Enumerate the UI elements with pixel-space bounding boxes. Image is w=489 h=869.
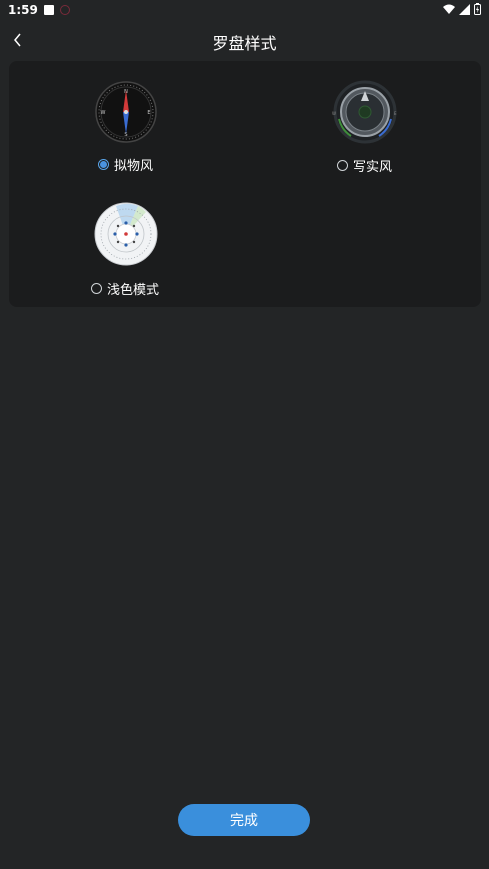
status-time: 1:59: [8, 3, 38, 17]
battery-icon: [474, 3, 481, 15]
wifi-icon: [443, 4, 455, 14]
app-notification-icon: [59, 5, 70, 15]
svg-text:E: E: [394, 111, 397, 116]
option-skeuomorphic[interactable]: N S W E 拟物风: [89, 77, 169, 177]
skeuomorphic-compass-preview: N S W E: [95, 81, 157, 143]
header: 罗盘样式: [0, 20, 489, 60]
status-icons: [443, 3, 481, 15]
option-label-row: 浅色模式: [91, 279, 159, 298]
option-label: 拟物风: [114, 159, 154, 174]
realistic-compass-preview: W E: [332, 80, 397, 144]
status-bar: 1:59: [0, 0, 489, 20]
option-label-row: 拟物风: [98, 155, 153, 174]
notification-icon: [43, 5, 54, 15]
compass-style-panel: N S W E 拟物风 W E 写实风: [9, 61, 481, 307]
option-label: 浅色模式: [107, 283, 160, 298]
light-compass-preview: [94, 202, 158, 266]
svg-text:E: E: [147, 110, 150, 116]
svg-text:W: W: [101, 110, 106, 116]
radio-skeuomorphic[interactable]: [98, 159, 109, 170]
option-realistic[interactable]: W E 写实风: [327, 77, 407, 177]
option-light-mode[interactable]: 浅色模式: [89, 201, 179, 301]
svg-text:W: W: [332, 111, 336, 116]
signal-icon: [459, 3, 470, 15]
done-button[interactable]: 完成: [178, 804, 310, 836]
radio-realistic[interactable]: [337, 160, 348, 171]
page-title: 罗盘样式: [212, 34, 277, 53]
radio-light-mode[interactable]: [91, 283, 102, 294]
option-label-row: 写实风: [337, 156, 392, 175]
option-label: 写实风: [353, 160, 393, 175]
